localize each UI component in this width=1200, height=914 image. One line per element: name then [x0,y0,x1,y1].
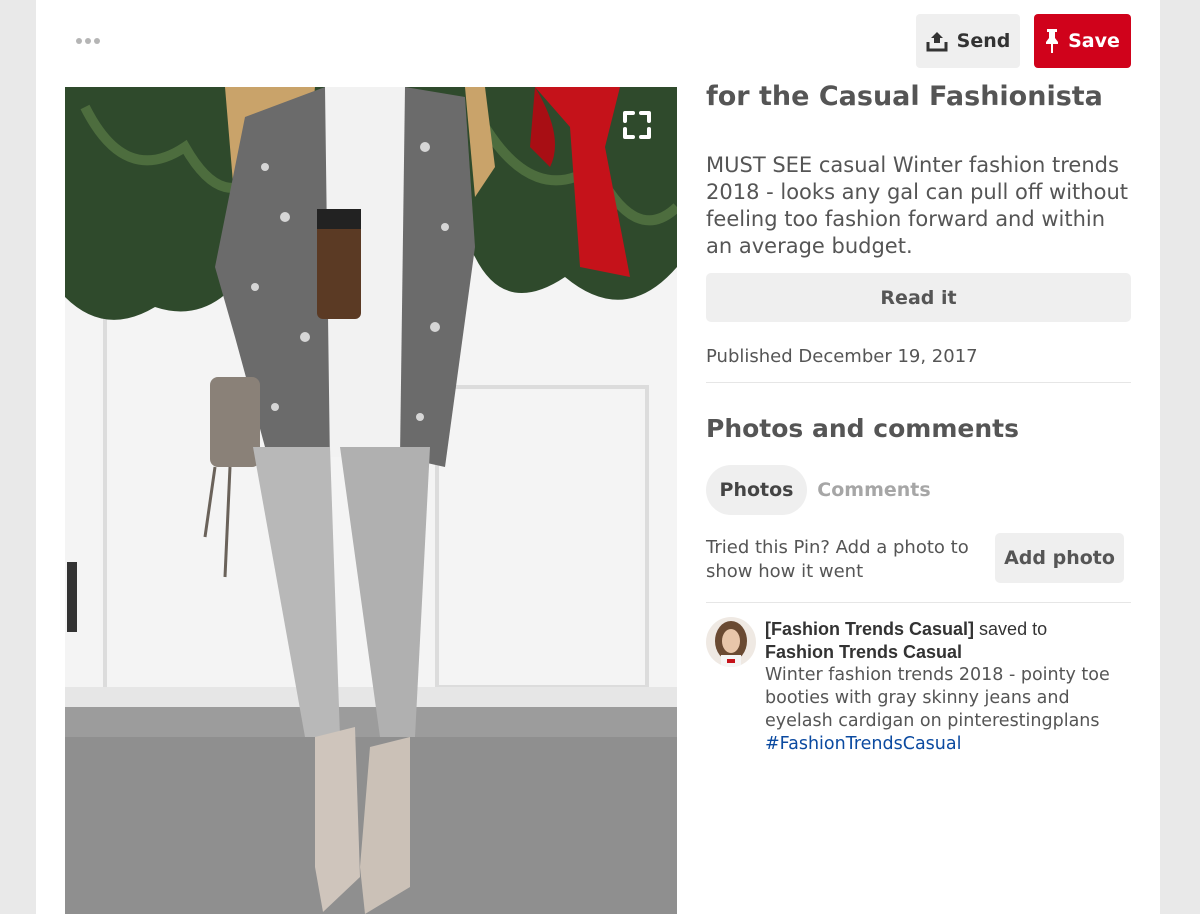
send-button[interactable]: Send [916,14,1020,68]
add-photo-button[interactable]: Add photo [995,533,1124,583]
more-options-button[interactable] [76,33,104,49]
saved-to-text: saved to [974,619,1048,639]
published-date: Published December 19, 2017 [706,346,978,367]
pin-title: for the Casual Fashionista [706,81,1103,112]
save-button-label: Save [1068,30,1120,52]
saver-name[interactable]: [Fashion Trends Casual] [765,619,974,639]
expand-icon[interactable] [621,109,653,141]
comment-text: Winter fashion trends 2018 - pointy toe … [765,665,1110,731]
tab-comments[interactable]: Comments [812,465,936,515]
pin-description: MUST SEE casual Winter fashion trends 20… [706,153,1128,258]
ellipsis-icon [76,38,82,44]
board-name[interactable]: Fashion Trends Casual [765,641,1135,664]
read-it-button[interactable]: Read it [706,273,1131,322]
divider [706,382,1131,383]
pin-image[interactable] [65,87,677,914]
tab-photos[interactable]: Photos [706,465,807,515]
avatar[interactable] [706,617,756,667]
share-upload-icon [926,32,948,52]
divider [706,602,1131,603]
photos-comments-heading: Photos and comments [706,414,1019,443]
hashtag-link[interactable]: #FashionTrendsCasual [765,733,1135,756]
send-button-label: Send [956,30,1011,52]
save-button[interactable]: Save [1034,14,1131,68]
saved-by-comment: [Fashion Trends Casual] saved to Fashion… [765,618,1135,756]
pushpin-icon [1046,29,1059,53]
tried-pin-prompt: Tried this Pin? Add a photo to show how … [706,537,969,582]
